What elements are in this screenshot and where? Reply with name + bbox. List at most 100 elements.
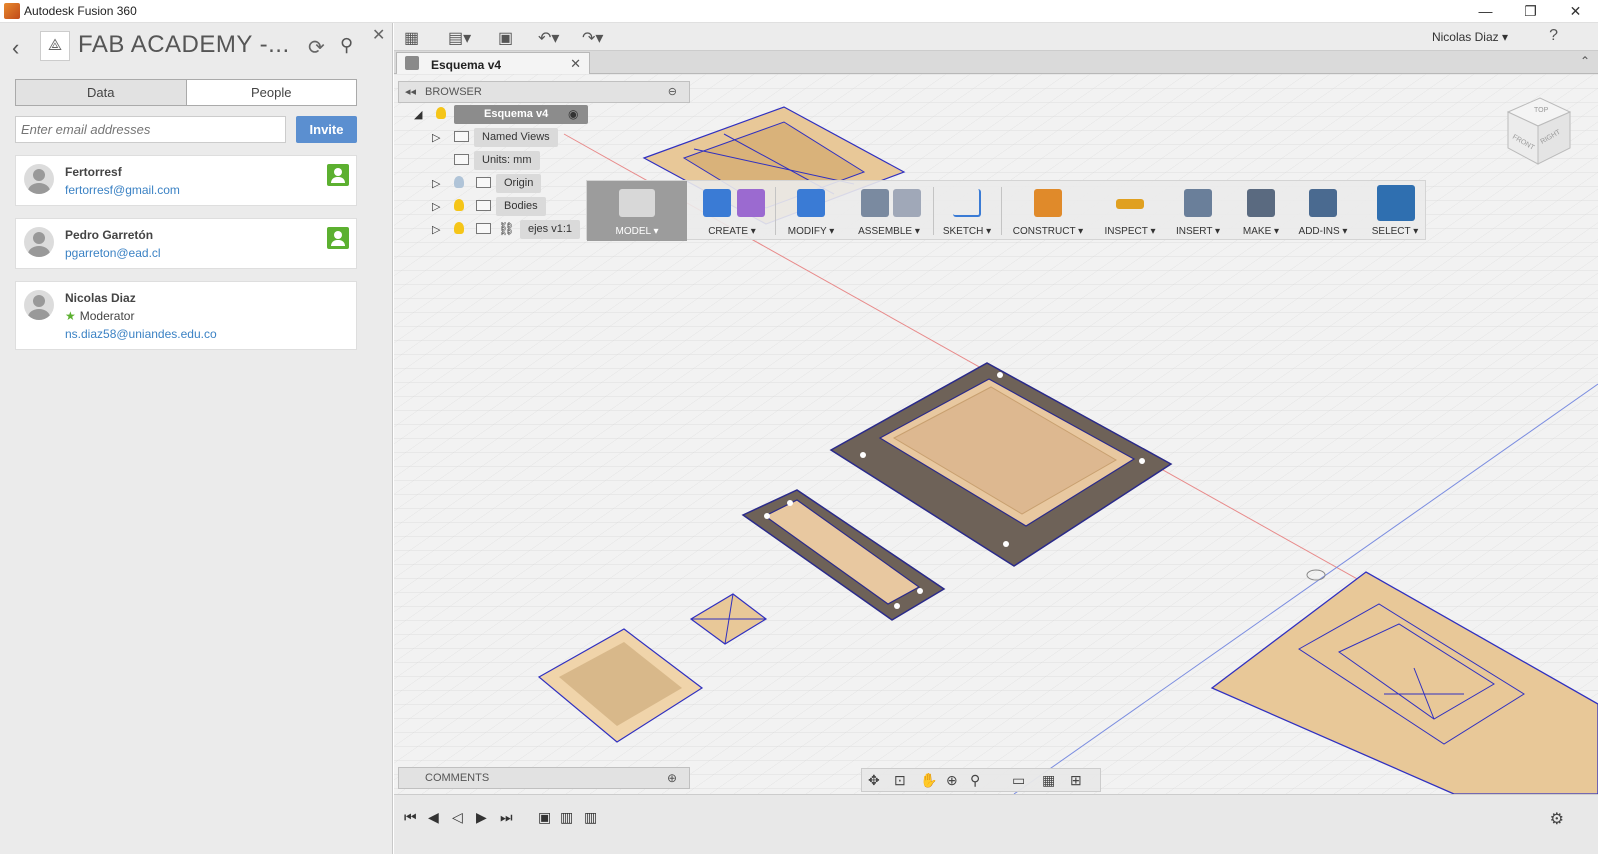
insert-menu[interactable]: INSERT ▾ bbox=[1167, 181, 1229, 241]
browser-header[interactable]: ◂◂ BROWSER ⊖ bbox=[398, 81, 690, 103]
application-toolbar: ▦ ▤▾ ▣ ↶▾ ↷▾ Nicolas Diaz ▾ ? bbox=[394, 23, 1598, 51]
activate-radio-icon[interactable]: ◉ bbox=[568, 107, 578, 121]
add-comment-icon[interactable]: ⊕ bbox=[667, 771, 677, 785]
collapse-chevron-icon[interactable]: ⌃ bbox=[1580, 54, 1590, 68]
redo-icon[interactable]: ↷▾ bbox=[582, 28, 603, 48]
zoom-icon[interactable]: ⊕ bbox=[946, 772, 958, 789]
navigation-bar: ✥ ⊡ ✋ ⊕ ⚲ ▭ ▦ ⊞ bbox=[861, 768, 1101, 792]
scripts-addins-icon bbox=[1309, 189, 1337, 217]
expand-icon[interactable]: ▷ bbox=[432, 131, 440, 144]
workspace-model-button[interactable]: MODEL ▾ bbox=[587, 181, 687, 241]
avatar bbox=[24, 164, 54, 194]
visibility-bulb-icon[interactable] bbox=[454, 222, 464, 234]
viewports-icon[interactable]: ⊞ bbox=[1070, 772, 1082, 789]
refresh-icon[interactable]: ⟳ bbox=[308, 35, 325, 60]
visibility-bulb-icon[interactable] bbox=[454, 176, 464, 188]
toolbar-separator bbox=[933, 187, 934, 235]
back-arrow-icon[interactable]: ‹ bbox=[12, 35, 19, 61]
close-window-button[interactable]: ✕ bbox=[1553, 0, 1598, 23]
person-card[interactable]: Nicolas Diaz ★ Moderator ns.diaz58@uniand… bbox=[15, 281, 357, 350]
make-menu[interactable]: MAKE ▾ bbox=[1231, 181, 1291, 241]
file-menu-icon[interactable]: ▤▾ bbox=[448, 28, 471, 48]
browser-item-root[interactable]: ◢ Esquema v4 ◉ bbox=[398, 103, 690, 126]
component-icon bbox=[476, 223, 491, 234]
document-tab[interactable]: Esquema v4 ✕ bbox=[396, 52, 590, 74]
select-menu[interactable]: SELECT ▾ bbox=[1365, 181, 1425, 241]
tab-people[interactable]: People bbox=[186, 80, 356, 105]
save-icon[interactable]: ▣ bbox=[498, 28, 513, 48]
assemble-menu[interactable]: ASSEMBLE ▾ bbox=[849, 181, 929, 241]
zoom-window-icon[interactable]: ⚲ bbox=[970, 772, 980, 789]
step-back-icon[interactable]: ◀ bbox=[428, 809, 439, 826]
timeline-settings-gear-icon[interactable]: ⚙ bbox=[1550, 809, 1564, 829]
modify-menu[interactable]: MODIFY ▾ bbox=[779, 181, 843, 241]
go-to-start-icon[interactable]: ⏮ bbox=[404, 809, 417, 826]
folder-icon bbox=[476, 177, 491, 188]
inspect-menu[interactable]: INSPECT ▾ bbox=[1095, 181, 1165, 241]
person-email[interactable]: ns.diaz58@uniandes.edu.co bbox=[65, 327, 217, 341]
timeline-feature-icon[interactable]: ▣ bbox=[538, 809, 551, 826]
collapse-browser-icon[interactable]: ◂◂ bbox=[405, 85, 416, 98]
construct-plane-icon bbox=[1034, 189, 1062, 217]
help-icon[interactable]: ? bbox=[1549, 27, 1558, 45]
play-icon[interactable]: ▶ bbox=[476, 809, 487, 826]
form-icon bbox=[737, 189, 765, 217]
data-panel-grid-icon[interactable]: ▦ bbox=[404, 28, 419, 48]
add-ins-menu[interactable]: ADD-INS ▾ bbox=[1291, 181, 1355, 241]
avatar bbox=[24, 227, 54, 257]
expand-icon[interactable]: ◢ bbox=[414, 108, 422, 121]
visibility-bulb-icon[interactable] bbox=[454, 199, 464, 211]
look-at-icon[interactable]: ⊡ bbox=[894, 772, 906, 789]
undo-icon[interactable]: ↶▾ bbox=[538, 28, 559, 48]
user-account-menu[interactable]: Nicolas Diaz ▾ bbox=[1432, 30, 1508, 44]
grid-settings-icon[interactable]: ▦ bbox=[1042, 772, 1055, 789]
data-people-tabs: Data People bbox=[15, 79, 357, 106]
person-card[interactable]: Pedro Garretón pgarreton@ead.cl bbox=[15, 218, 357, 269]
email-input[interactable] bbox=[15, 116, 286, 143]
display-settings-icon[interactable]: ▭ bbox=[1012, 772, 1025, 789]
link-icon: ⛓ bbox=[498, 221, 515, 236]
timeline-feature-icon[interactable]: ▥ bbox=[584, 809, 597, 826]
comments-panel[interactable]: COMMENTS ⊕ bbox=[398, 767, 690, 789]
document-icon bbox=[405, 56, 419, 70]
viewcube[interactable]: TOP FRONT RIGHT bbox=[1498, 90, 1578, 170]
person-name: Fertorresf bbox=[65, 165, 122, 179]
3d-print-icon bbox=[1247, 189, 1275, 217]
go-to-end-icon[interactable]: ⏭ bbox=[500, 809, 513, 826]
visibility-bulb-icon[interactable] bbox=[436, 107, 446, 119]
data-panel-header: ‹ ⟁ FAB ACADEMY -... ⟳ ⚲ ✕ bbox=[0, 23, 393, 69]
browser-item-label: Units: mm bbox=[474, 151, 540, 170]
close-tab-icon[interactable]: ✕ bbox=[570, 56, 581, 72]
browser-minimize-icon[interactable]: ⊖ bbox=[668, 85, 677, 98]
search-icon[interactable]: ⚲ bbox=[340, 35, 353, 56]
select-icon bbox=[1377, 185, 1415, 221]
sketch-menu[interactable]: SKETCH ▾ bbox=[937, 181, 997, 241]
orbit-icon[interactable]: ✥ bbox=[868, 772, 880, 789]
folder-icon bbox=[476, 200, 491, 211]
browser-item-units[interactable]: Units: mm bbox=[398, 149, 690, 172]
close-panel-icon[interactable]: ✕ bbox=[372, 25, 385, 45]
invite-button[interactable]: Invite bbox=[296, 116, 357, 143]
pan-icon[interactable]: ✋ bbox=[920, 772, 937, 789]
window-titlebar: Autodesk Fusion 360 — ❐ ✕ bbox=[0, 0, 1598, 23]
person-card[interactable]: Fertorresf fertorresf@gmail.com bbox=[15, 155, 357, 206]
minimize-button[interactable]: — bbox=[1463, 0, 1508, 23]
person-email[interactable]: pgarreton@ead.cl bbox=[65, 246, 161, 260]
3d-viewport[interactable]: ◂◂ BROWSER ⊖ ◢ Esquema v4 ◉ ▷ Named View… bbox=[394, 74, 1598, 794]
sketch-icon bbox=[953, 189, 981, 217]
document-tab-bar: Esquema v4 ✕ ⌃ bbox=[394, 51, 1598, 74]
browser-item-named-views[interactable]: ▷ Named Views bbox=[398, 126, 690, 149]
expand-icon[interactable]: ▷ bbox=[432, 200, 440, 213]
expand-icon[interactable]: ▷ bbox=[432, 177, 440, 190]
construct-menu[interactable]: CONSTRUCT ▾ bbox=[1005, 181, 1091, 241]
restore-button[interactable]: ❐ bbox=[1508, 0, 1553, 23]
tab-data[interactable]: Data bbox=[16, 80, 187, 105]
person-email[interactable]: fertorresf@gmail.com bbox=[65, 183, 180, 197]
play-back-icon[interactable]: ◁ bbox=[452, 809, 463, 826]
timeline-feature-icon[interactable]: ▥ bbox=[560, 809, 573, 826]
invite-row: Invite bbox=[15, 116, 357, 143]
model-workspace-icon bbox=[619, 189, 655, 217]
expand-icon[interactable]: ▷ bbox=[432, 223, 440, 236]
create-menu[interactable]: CREATE ▾ bbox=[695, 181, 769, 241]
timeline-bar: ⏮ ◀ ◁ ▶ ⏭ ▣ ▥ ▥ ⚙ bbox=[394, 794, 1598, 854]
